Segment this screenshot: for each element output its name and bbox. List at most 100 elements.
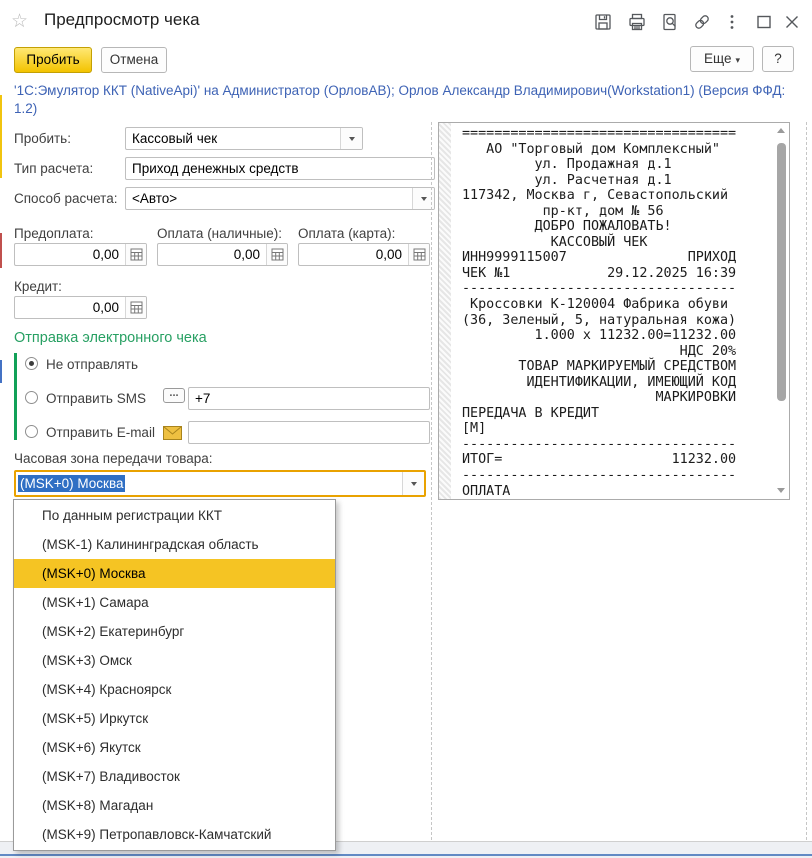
favorite-star-icon[interactable]: ☆	[11, 10, 28, 33]
credit-value: 0,00	[92, 300, 119, 315]
edge-mark-blue	[0, 360, 2, 383]
calculator-button[interactable]	[125, 297, 146, 318]
scroll-up-icon[interactable]	[777, 128, 785, 133]
timezone-option[interactable]: (MSK+7) Владивосток	[14, 762, 335, 791]
operation-value: Кассовый чек	[132, 131, 218, 146]
calculator-button[interactable]	[125, 244, 146, 265]
receipt-line: МАРКИРОВКИ	[462, 390, 737, 406]
timezone-option[interactable]: (MSK+6) Якутск	[14, 733, 335, 762]
card-payment-input[interactable]: 0,00	[298, 243, 430, 266]
receipt-line: ТОВАР МАРКИРУЕМЫЙ СРЕДСТВОМ	[462, 359, 737, 375]
receipt-line: ЧЕК №1 29.12.2025 16:39	[462, 265, 737, 281]
radio-do-not-send[interactable]	[25, 357, 38, 370]
timezone-option[interactable]: (MSK-1) Калининградская область	[14, 530, 335, 559]
scrollbar-thumb[interactable]	[777, 143, 786, 401]
cash-payment-input[interactable]: 0,00	[157, 243, 288, 266]
prepayment-value: 0,00	[92, 247, 119, 262]
receipt-line: ----------------------------------	[462, 468, 737, 484]
operation-combobox[interactable]: Кассовый чек	[125, 127, 363, 150]
email-input[interactable]	[188, 421, 430, 444]
receipt-preview-window: ☆ Предпросмотр чека Пробить Отмена Еще ▾…	[0, 0, 812, 858]
section-group-bar	[14, 353, 17, 440]
calc-type-field[interactable]: Приход денежных средств	[125, 157, 435, 180]
timezone-option[interactable]: (MSK+4) Красноярск	[14, 675, 335, 704]
receipt-line: ИТОГ= 11232.00	[462, 452, 737, 468]
edge-mark-red	[0, 233, 2, 268]
section-title-electronic-receipt: Отправка электронного чека	[14, 330, 207, 346]
receipt-line: ул. Расчетная д.1	[462, 172, 672, 188]
cash-payment-label: Оплата (наличные):	[157, 226, 283, 241]
radio-send-sms[interactable]	[25, 391, 38, 404]
timezone-label: Часовая зона передачи товара:	[14, 451, 213, 466]
receipt-margin-hatch	[439, 123, 451, 499]
card-payment-value: 0,00	[375, 247, 402, 262]
help-button[interactable]: ?	[762, 46, 794, 72]
receipt-line: ==================================	[462, 126, 737, 141]
timezone-option[interactable]: (MSK+5) Иркутск	[14, 704, 335, 733]
link-icon[interactable]	[692, 12, 712, 32]
chevron-down-icon	[420, 196, 427, 201]
timezone-dropdown-button[interactable]	[402, 472, 424, 495]
credit-label: Кредит:	[14, 279, 62, 294]
receipt-line: ИНН9999115007 ПРИХОД	[462, 250, 737, 266]
receipt-preview-panel: ================================== АО "Т…	[438, 122, 790, 500]
receipt-line: ОПЛАТА	[462, 483, 511, 499]
save-icon[interactable]	[593, 12, 613, 32]
edge-mark-yellow	[0, 95, 2, 178]
field-label-calc-type: Тип расчета:	[14, 161, 94, 176]
receipt-line: ПЕРЕДАЧА В КРЕДИТ	[462, 405, 600, 421]
calculator-button[interactable]	[408, 244, 429, 265]
chevron-down-icon	[410, 481, 417, 486]
chevron-down-icon: ▾	[735, 55, 740, 65]
cancel-button[interactable]: Отмена	[101, 47, 167, 73]
more-vert-icon[interactable]	[728, 12, 736, 32]
commit-button[interactable]: Пробить	[14, 47, 92, 73]
receipt-line: ----------------------------------	[462, 436, 737, 452]
sms-phone-value: +7	[195, 391, 211, 406]
radio-do-not-send-label: Не отправлять	[46, 357, 138, 372]
receipt-text: ================================== АО "Т…	[462, 126, 736, 499]
prepayment-input[interactable]: 0,00	[14, 243, 147, 266]
field-label-calc-method: Способ расчета:	[14, 191, 118, 206]
radio-send-email-label: Отправить E-mail	[46, 425, 155, 440]
calculator-icon	[130, 301, 142, 314]
window-bottom-edge	[0, 854, 812, 856]
radio-send-email[interactable]	[25, 425, 38, 438]
timezone-option[interactable]: (MSK+1) Самара	[14, 588, 335, 617]
receipt-line: пр-кт, дом № 56	[462, 203, 664, 219]
preview-icon[interactable]	[660, 12, 680, 32]
more-button[interactable]: Еще ▾	[690, 46, 754, 72]
receipt-line: ИДЕНТИФИКАЦИИ, ИМЕЮЩИЙ КОД	[462, 374, 737, 390]
receipt-line: ул. Продажная д.1	[462, 157, 672, 173]
print-icon[interactable]	[627, 12, 647, 32]
timezone-option[interactable]: (MSK+3) Омск	[14, 646, 335, 675]
credit-input[interactable]: 0,00	[14, 296, 147, 319]
chevron-down-icon	[348, 136, 355, 141]
timezone-option[interactable]: (MSK+9) Петропавловск-Камчатский	[14, 820, 335, 849]
cash-payment-value: 0,00	[233, 247, 260, 262]
timezone-dropdown-list: По данным регистрации ККТ (MSK-1) Калини…	[13, 499, 336, 851]
timezone-option[interactable]: По данным регистрации ККТ	[14, 501, 335, 530]
calculator-icon	[271, 248, 283, 261]
calc-method-combobox[interactable]: <Авто>	[125, 187, 435, 210]
receipt-line: 117342, Москва г, Севастопольский	[462, 188, 729, 204]
timezone-option[interactable]: (MSK+8) Магадан	[14, 791, 335, 820]
close-icon[interactable]	[782, 12, 802, 32]
sms-phone-input[interactable]: +7	[188, 387, 430, 410]
receipt-line: [М]	[462, 421, 487, 437]
receipt-line: НДС 20%	[462, 343, 737, 359]
maximize-icon[interactable]	[754, 12, 774, 32]
timezone-option[interactable]: (MSK+2) Екатеринбург	[14, 617, 335, 646]
envelope-icon[interactable]	[163, 426, 182, 445]
card-payment-label: Оплата (карта):	[298, 226, 396, 241]
form-splitter-left[interactable]	[431, 122, 432, 840]
timezone-option-selected[interactable]: (MSK+0) Москва	[14, 559, 335, 588]
timezone-combobox[interactable]: (MSK+0) Москва	[14, 470, 426, 497]
sms-dots-icon[interactable]: ...	[163, 388, 185, 403]
operation-dropdown-button[interactable]	[340, 128, 362, 149]
scroll-down-icon[interactable]	[777, 488, 785, 493]
kkt-device-link[interactable]: '1С:Эмулятор ККТ (NativeApi)' на Админис…	[14, 82, 802, 118]
form-splitter-right[interactable]	[806, 122, 807, 840]
radio-send-sms-label: Отправить SMS	[46, 391, 146, 406]
calculator-button[interactable]	[266, 244, 287, 265]
